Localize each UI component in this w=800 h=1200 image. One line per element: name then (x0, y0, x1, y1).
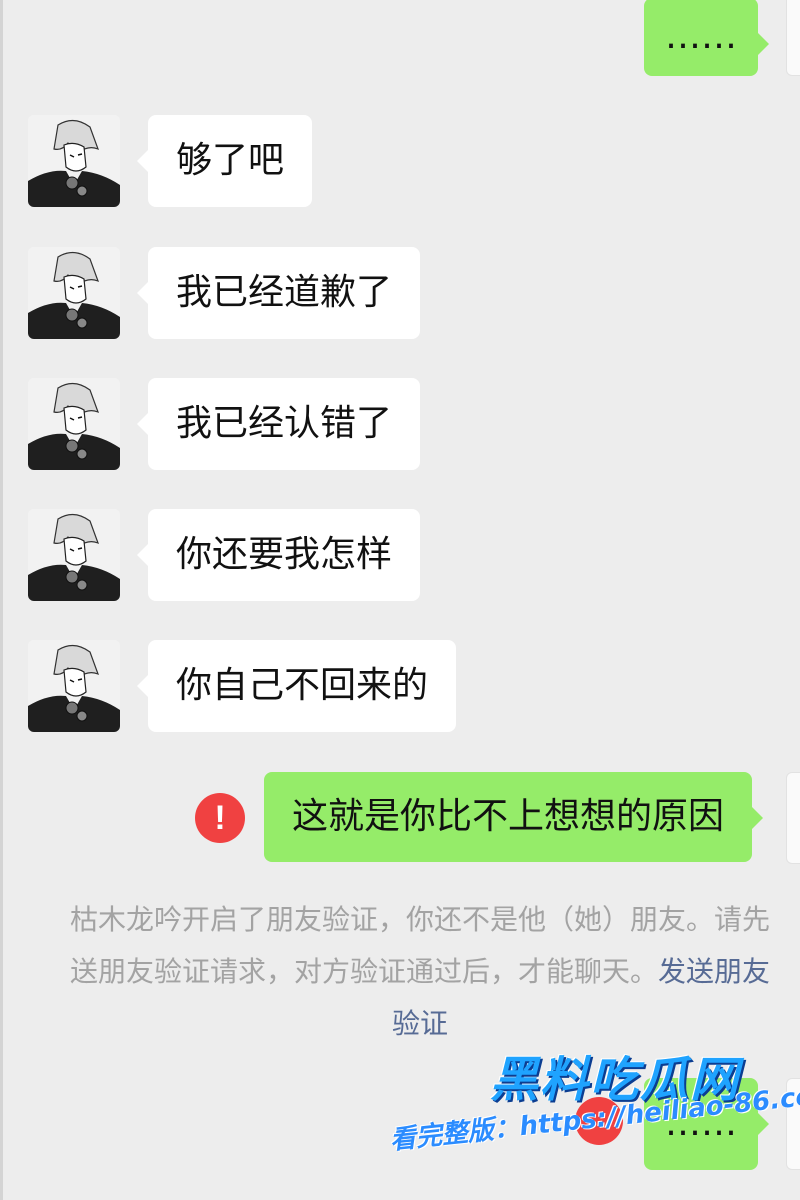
contact-avatar[interactable] (28, 640, 120, 732)
self-avatar[interactable] (786, 0, 800, 76)
message-bubble-incoming[interactable]: 我已经认错了 (136, 378, 421, 470)
send-verification-link[interactable]: 发送朋友 (658, 955, 770, 988)
message-text: 你还要我怎样 (176, 534, 393, 575)
notice-line-1: 枯木龙吟开启了朋友验证，你还不是他（她）朋友。请先 (69, 903, 770, 936)
self-avatar[interactable] (786, 772, 800, 864)
message-bubble-outgoing[interactable]: …… (644, 0, 769, 76)
message-text: 我已经道歉了 (176, 272, 393, 313)
message-text: 你自己不回来的 (176, 665, 429, 706)
message-bubble-outgoing-failed[interactable]: 这就是你比不上想想的原因 (264, 772, 764, 862)
anime-character-avatar-icon (28, 247, 120, 339)
system-notice-friend-verification: 枯木龙吟开启了朋友验证，你还不是他（她）朋友。请先 送朋友验证请求，对方验证通过… (40, 894, 800, 1050)
anime-character-avatar-icon (28, 378, 120, 470)
notice-text: 送朋友验证请求，对方验证通过后，才能聊天。 (69, 955, 658, 988)
window-edge (0, 0, 3, 1200)
anime-character-avatar-icon (28, 509, 120, 601)
message-text: 这就是你比不上想想的原因 (292, 796, 725, 837)
message-text: 我已经认错了 (176, 403, 393, 444)
message-text: …… (665, 16, 737, 57)
message-bubble-incoming[interactable]: 你还要我怎样 (136, 509, 421, 601)
message-text: 够了吧 (176, 140, 285, 181)
notice-line-2: 送朋友验证请求，对方验证通过后，才能聊天。发送朋友 (40, 946, 800, 998)
message-bubble-incoming[interactable]: 你自己不回来的 (136, 640, 457, 732)
send-verification-link-continued[interactable]: 验证 (40, 998, 800, 1050)
contact-avatar[interactable] (28, 247, 120, 339)
anime-character-avatar-icon (28, 640, 120, 732)
exclamation-circle-icon[interactable]: ! (195, 793, 245, 843)
anime-character-avatar-icon (28, 115, 120, 207)
contact-avatar[interactable] (28, 509, 120, 601)
contact-avatar[interactable] (28, 378, 120, 470)
message-bubble-incoming[interactable]: 我已经道歉了 (136, 247, 421, 339)
contact-avatar[interactable] (28, 115, 120, 207)
message-bubble-incoming[interactable]: 够了吧 (136, 115, 313, 207)
